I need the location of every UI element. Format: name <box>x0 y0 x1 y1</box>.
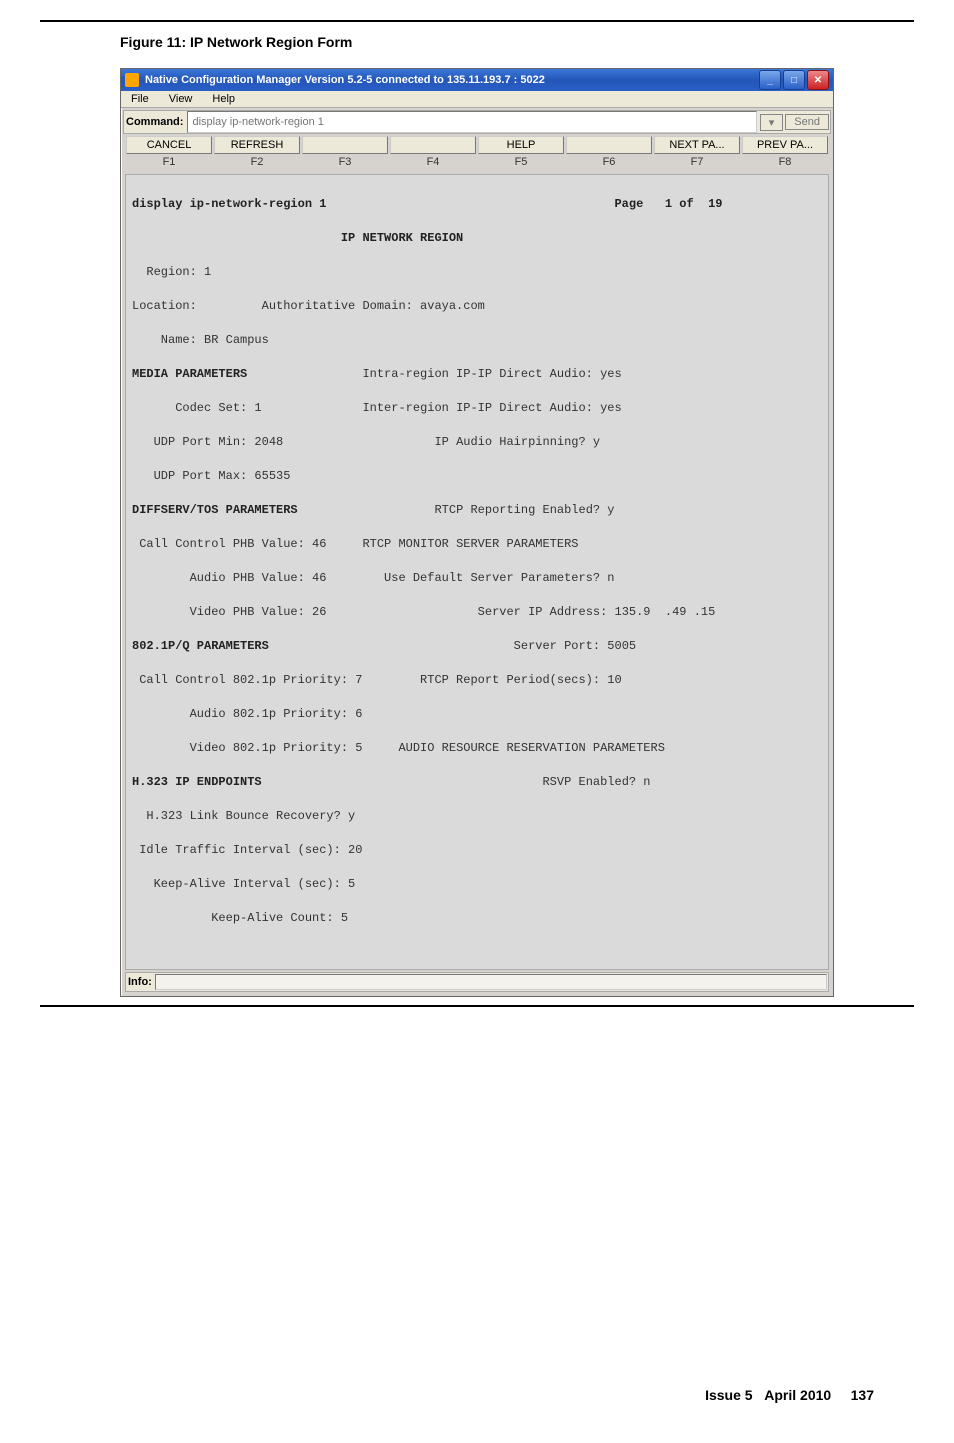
info-label: Info: <box>126 975 154 989</box>
fkey-f6: F6 <box>565 156 653 168</box>
udp-max: UDP Port Max: 65535 <box>132 468 822 485</box>
command-input[interactable] <box>187 111 756 133</box>
maximize-button[interactable]: □ <box>783 70 805 90</box>
hairpinning: IP Audio Hairpinning? y <box>434 435 600 449</box>
fkey-f5: F5 <box>477 156 565 168</box>
footer-issue: Issue 5 <box>705 1387 752 1403</box>
bottom-rule <box>40 1005 914 1007</box>
8021pq-hdr: 802.1P/Q PARAMETERS <box>132 639 269 653</box>
action-button-row: CANCEL REFRESH HELP NEXT PA... PREV PA..… <box>125 136 829 154</box>
terminal-area: display ip-network-region 1 Page 1 of 19… <box>125 174 829 970</box>
name-line: Name: BR Campus <box>132 332 822 349</box>
intra-audio: Intra-region IP-IP Direct Audio: yes <box>362 367 621 381</box>
title-bar: Native Configuration Manager Version 5.2… <box>121 69 833 91</box>
audio-8021p: Audio 802.1p Priority: 6 <box>132 706 822 723</box>
f3-button[interactable] <box>302 136 388 154</box>
fkey-f8: F8 <box>741 156 829 168</box>
link-bounce: H.323 Link Bounce Recovery? y <box>132 808 822 825</box>
menu-help[interactable]: Help <box>202 91 245 107</box>
footer-date: April 2010 <box>764 1387 831 1403</box>
cancel-button[interactable]: CANCEL <box>126 136 212 154</box>
fkey-f7: F7 <box>653 156 741 168</box>
def-server: Use Default Server Parameters? n <box>384 571 614 585</box>
minimize-button[interactable]: _ <box>759 70 781 90</box>
cc-phb: Call Control PHB Value: 46 <box>132 537 326 551</box>
top-rule <box>40 20 914 22</box>
menu-view[interactable]: View <box>159 91 203 107</box>
page-indicator: Page 1 of 19 <box>614 197 722 211</box>
send-button[interactable]: Send <box>785 114 829 130</box>
location-line: Location: Authoritative Domain: avaya.co… <box>132 298 822 315</box>
help-button[interactable]: HELP <box>478 136 564 154</box>
next-page-button[interactable]: NEXT PA... <box>654 136 740 154</box>
arr-hdr: AUDIO RESOURCE RESERVATION PARAMETERS <box>398 741 664 755</box>
idle-interval: Idle Traffic Interval (sec): 20 <box>132 842 822 859</box>
footer-page: 137 <box>851 1387 874 1403</box>
fkey-f2: F2 <box>213 156 301 168</box>
form-title: IP NETWORK REGION <box>132 231 463 245</box>
audio-phb: Audio PHB Value: 46 <box>132 571 326 585</box>
menu-file[interactable]: File <box>121 91 159 107</box>
codec-set: Codec Set: 1 <box>132 401 262 415</box>
media-params-hdr: MEDIA PARAMETERS <box>132 367 247 381</box>
video-phb: Video PHB Value: 26 <box>132 605 326 619</box>
command-dropdown[interactable]: ▾ <box>760 114 784 131</box>
info-field <box>155 974 827 990</box>
cc-8021p: Call Control 802.1p Priority: 7 <box>132 673 362 687</box>
rtcp-enabled: RTCP Reporting Enabled? y <box>434 503 614 517</box>
app-icon <box>125 73 139 87</box>
figure-caption: Figure 11: IP Network Region Form <box>40 28 914 68</box>
srv-ip: Server IP Address: 135.9 .49 .15 <box>478 605 716 619</box>
region-line: Region: 1 <box>132 264 822 281</box>
inter-audio: Inter-region IP-IP Direct Audio: yes <box>362 401 621 415</box>
f6-button[interactable] <box>566 136 652 154</box>
fkey-f4: F4 <box>389 156 477 168</box>
rtcp-mon-hdr: RTCP MONITOR SERVER PARAMETERS <box>362 537 578 551</box>
refresh-button[interactable]: REFRESH <box>214 136 300 154</box>
command-label: Command: <box>124 114 185 130</box>
srv-port: Server Port: 5005 <box>514 639 636 653</box>
info-row: Info: <box>125 972 829 992</box>
h323-hdr: H.323 IP ENDPOINTS <box>132 775 262 789</box>
window-title: Native Configuration Manager Version 5.2… <box>145 74 545 86</box>
video-8021p: Video 802.1p Priority: 5 <box>132 741 362 755</box>
keepalive-cnt: Keep-Alive Count: 5 <box>132 910 822 927</box>
prev-page-button[interactable]: PREV PA... <box>742 136 828 154</box>
app-window: Native Configuration Manager Version 5.2… <box>120 68 834 997</box>
diffserv-hdr: DIFFSERV/TOS PARAMETERS <box>132 503 298 517</box>
cmd-echoed: display ip-network-region 1 <box>132 197 326 211</box>
rtcp-period: RTCP Report Period(secs): 10 <box>420 673 622 687</box>
fkey-row: F1 F2 F3 F4 F5 F6 F7 F8 <box>125 156 829 168</box>
fkey-f3: F3 <box>301 156 389 168</box>
fkey-f1: F1 <box>125 156 213 168</box>
udp-min: UDP Port Min: 2048 <box>132 435 283 449</box>
command-row: Command: ▾ Send <box>123 110 831 134</box>
menu-bar: File View Help <box>121 91 833 108</box>
rsvp: RSVP Enabled? n <box>542 775 650 789</box>
keepalive-int: Keep-Alive Interval (sec): 5 <box>132 876 822 893</box>
page-footer: Issue 5 April 2010 137 <box>40 1387 914 1423</box>
close-button[interactable]: ✕ <box>807 70 829 90</box>
f4-button[interactable] <box>390 136 476 154</box>
